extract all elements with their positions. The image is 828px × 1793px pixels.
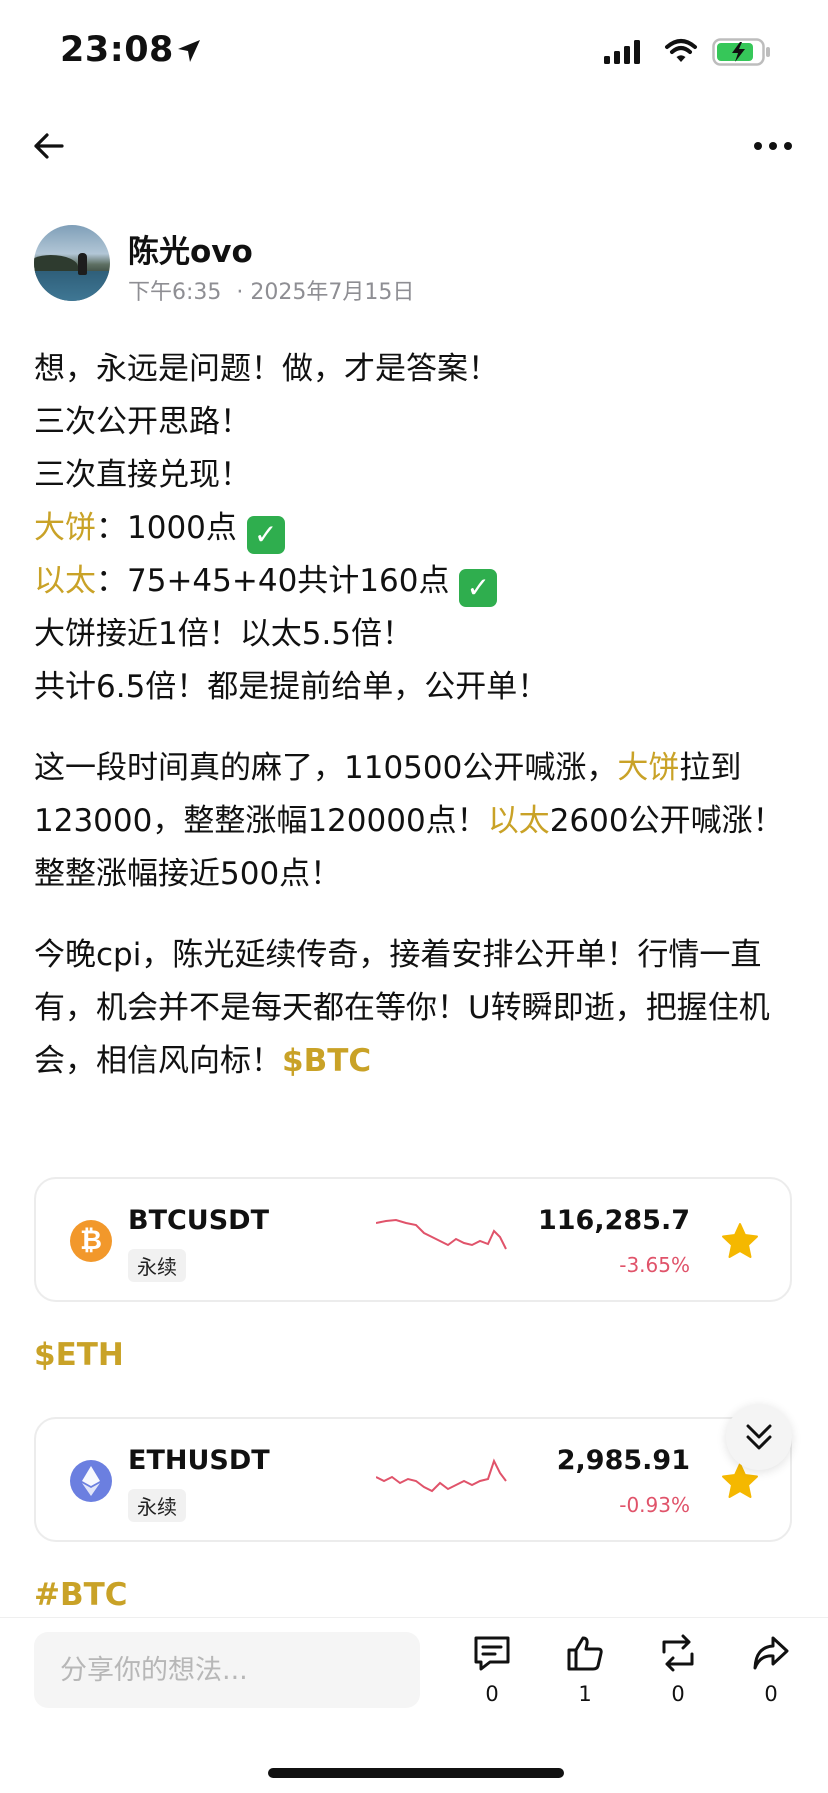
post-paragraph: 今晚cpi，陈光延续传奇，接着安排公开单！行情一直有，机会并不是每天都在等你！U… (34, 929, 798, 1088)
scroll-down-button[interactable] (726, 1404, 792, 1470)
share-button[interactable]: 0 (736, 1634, 806, 1706)
status-time: 23:08 (60, 30, 174, 70)
bitcoin-icon: ₿ (70, 1220, 112, 1262)
repost-icon (662, 1634, 694, 1672)
comment-icon (474, 1636, 510, 1671)
author-name[interactable]: 陈光ovo (128, 226, 253, 271)
bottom-action-bar: 0 1 0 0 (0, 1617, 828, 1793)
post-paragraph: 这一段时间真的麻了，110500公开喊涨，大饼拉到123000，整整涨幅1200… (34, 742, 798, 901)
cashtag-btc-link[interactable]: $BTC (282, 1043, 371, 1079)
wifi-icon (665, 39, 697, 62)
share-count: 0 (764, 1682, 778, 1706)
double-chevron-down-icon (746, 1424, 772, 1450)
contract-type-badge: 永续 (128, 1249, 186, 1282)
post-line-text: ：1000点 (96, 510, 237, 546)
post-line: 三次公开思路！ (34, 404, 251, 440)
repost-count: 0 (671, 1682, 685, 1706)
ticker-price: 2,985.91 (556, 1445, 690, 1476)
highlight-eth-nickname: 以太 (487, 803, 550, 839)
price-sparkline (376, 1458, 507, 1493)
post-line: 大饼：1000点 ✓ (34, 502, 798, 555)
post-line-text: ：75+45+40共计160点 (96, 563, 450, 599)
post-content: 想，永远是问题！做，才是答案！ 三次公开思路！ 三次直接兑现！ 大饼：1000点… (34, 343, 798, 1088)
battery-charging-icon (712, 38, 770, 66)
cashtag-eth-link[interactable]: $ETH (34, 1337, 124, 1373)
share-icon (753, 1636, 789, 1670)
ticker-change: -3.65% (619, 1253, 690, 1277)
post-line: 大饼接近1倍！以太5.5倍！ (34, 616, 414, 652)
ticker-card-btc[interactable]: ₿ BTCUSDT 永续 116,285.7 -3.65% (34, 1177, 792, 1302)
post-time: 下午6:35 (128, 280, 222, 305)
post-line: 想，永远是问题！做，才是答案！ (34, 351, 499, 387)
paragraph-text: 今晚cpi，陈光延续传奇，接着安排公开单！行情一直有，机会并不是每天都在等你！U… (34, 937, 770, 1079)
highlight-btc-nickname: 大饼 (34, 510, 96, 546)
comment-button[interactable]: 0 (457, 1634, 527, 1706)
hashtag-btc-link[interactable]: #BTC (34, 1577, 128, 1613)
post-timestamp: 下午6:35 · 2025年7月15日 (128, 274, 414, 306)
ticker-symbol: BTCUSDT (128, 1205, 270, 1236)
post-line: 以太：75+45+40共计160点 ✓ (34, 555, 798, 608)
post-line: 三次直接兑现！ (34, 457, 251, 493)
ticker-price: 116,285.7 (537, 1205, 690, 1236)
ticker-card-eth[interactable]: ETHUSDT 永续 2,985.91 -0.93% (34, 1417, 792, 1542)
thumbs-up-icon (567, 1636, 603, 1671)
comment-count: 0 (485, 1682, 499, 1706)
favorite-star-icon[interactable] (720, 1221, 760, 1261)
price-sparkline (376, 1218, 507, 1250)
contract-type-badge: 永续 (128, 1489, 186, 1522)
ethereum-icon (70, 1460, 112, 1502)
ticker-change: -0.93% (619, 1493, 690, 1517)
like-count: 1 (578, 1682, 592, 1706)
comment-input[interactable] (34, 1632, 420, 1708)
ticker-symbol: ETHUSDT (128, 1445, 270, 1476)
avatar[interactable] (34, 225, 110, 301)
check-mark-icon: ✓ (459, 569, 498, 607)
back-button[interactable] (30, 126, 80, 166)
like-button[interactable]: 1 (550, 1634, 620, 1706)
repost-button[interactable]: 0 (643, 1634, 713, 1706)
check-mark-icon: ✓ (246, 516, 285, 554)
post-line: 共计6.5倍！都是提前给单，公开单！ (34, 669, 549, 705)
highlight-eth-nickname: 以太 (34, 563, 96, 599)
home-indicator[interactable] (268, 1768, 564, 1778)
location-arrow-icon (178, 40, 200, 62)
cellular-signal-icon (604, 40, 640, 64)
paragraph-text: 这一段时间真的麻了，110500公开喊涨， (34, 750, 618, 786)
post-date: · 2025年7月15日 (236, 280, 415, 305)
highlight-btc-nickname: 大饼 (617, 750, 680, 786)
more-options-button[interactable] (748, 126, 798, 166)
